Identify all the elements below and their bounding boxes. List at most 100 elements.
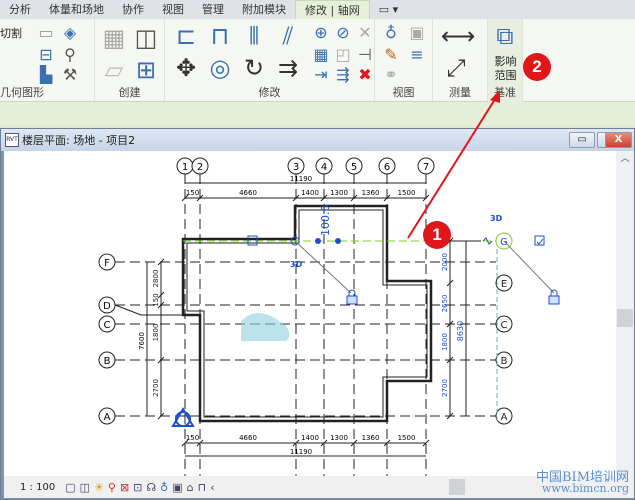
- create-group-icon[interactable]: ⊞: [131, 55, 161, 85]
- dimension-text: 1360: [362, 189, 380, 197]
- array-icon[interactable]: ▦: [311, 45, 331, 65]
- scroll-left-icon[interactable]: ‹: [210, 481, 214, 494]
- ribbon-tabs: 分析 体量和场地 协作 视图 管理 附加模块 修改 | 轴网 ▭ ▾: [0, 0, 635, 19]
- create-assembly-icon[interactable]: ▦: [99, 23, 129, 53]
- split-gap-icon[interactable]: ⊘: [333, 23, 353, 43]
- dimension-text: 1360: [362, 434, 380, 442]
- tab-4[interactable]: 管理: [193, 0, 233, 19]
- pin-icon[interactable]: ⊣: [355, 45, 375, 65]
- wall-joins-icon[interactable]: ⚲: [60, 45, 80, 65]
- mirror-draw-axis-icon[interactable]: ⫽: [273, 21, 303, 51]
- dimension-text: 2650: [441, 295, 449, 313]
- trim-multiple-icon[interactable]: ⇶: [333, 65, 353, 85]
- sun-path-icon[interactable]: ☀: [94, 481, 104, 494]
- override-icon[interactable]: ▣: [407, 23, 427, 43]
- drag-handle[interactable]: [335, 238, 341, 244]
- hammer-icon[interactable]: ⚒: [60, 65, 80, 85]
- trim-single-icon[interactable]: ⇥: [311, 65, 331, 85]
- rotate-icon[interactable]: ↻: [239, 53, 269, 83]
- paint-icon[interactable]: ◈: [60, 23, 80, 43]
- grid-label: 2: [197, 162, 203, 173]
- scale-icon[interactable]: ◰: [333, 45, 353, 65]
- grid-label: 3: [293, 162, 299, 173]
- move-icon[interactable]: ✥: [171, 53, 201, 83]
- trim-extend-icon[interactable]: ⇉: [273, 53, 303, 83]
- grid-label-right: E: [501, 279, 507, 290]
- lock-icon[interactable]: [346, 295, 358, 305]
- grid-label-left: F: [104, 258, 110, 269]
- temporary-dimension[interactable]: 100.0: [319, 205, 332, 237]
- dimension-text: 1800: [152, 324, 160, 342]
- show-crop-icon[interactable]: ⊡: [133, 481, 142, 494]
- grid-label: 7: [423, 162, 429, 173]
- crop-view-icon[interactable]: ⊠: [120, 481, 129, 494]
- lock-icon[interactable]: [548, 295, 560, 305]
- temporary-view-icon[interactable]: ▣: [172, 481, 182, 494]
- cut-button[interactable]: 切割: [0, 25, 22, 41]
- close-button[interactable]: X: [605, 132, 632, 148]
- tab-5[interactable]: 附加模块: [233, 0, 295, 19]
- panel-label-datum: 基准: [494, 86, 516, 99]
- grid-label: 5: [351, 162, 357, 173]
- grid-label: 4: [321, 162, 327, 173]
- constraints-icon[interactable]: ⊓: [198, 481, 207, 494]
- dimension-text: 1500: [398, 189, 416, 197]
- dimension-text: 150: [186, 189, 199, 197]
- demolish-icon[interactable]: ▙: [36, 65, 56, 85]
- scope-box-button[interactable]: ⧉ 影响 范围: [490, 21, 521, 87]
- aligned-dimension-icon[interactable]: ⤢: [441, 53, 471, 83]
- grid-leader-d: [114, 304, 183, 316]
- grid-label-right: G: [500, 237, 508, 248]
- 3d-toggle-left[interactable]: 3D: [290, 260, 303, 269]
- checkmark-icon: [536, 238, 544, 245]
- split-icon[interactable]: ⊕: [311, 23, 331, 43]
- grid-label-left: C: [104, 320, 111, 331]
- panel-create: ▦ ◫ ▱ ⊞ 创建: [95, 19, 165, 102]
- mirror-pick-axis-icon[interactable]: ⫴: [239, 21, 269, 51]
- minimize-button[interactable]: ▭: [569, 132, 595, 148]
- vertical-scrollbar[interactable]: ︿: [616, 151, 634, 476]
- analytical-model-icon[interactable]: ⌂: [187, 481, 194, 494]
- scroll-up-icon[interactable]: ︿: [616, 151, 634, 164]
- measure-icon[interactable]: ⟷: [441, 21, 475, 51]
- temporary-hide-icon[interactable]: ☊: [146, 481, 156, 494]
- floor-plan[interactable]: 1 2 3 4 5 6 7FDCBAGECBA11190150 4660 1400 1300 136…: [4, 151, 616, 497]
- dimension-text: 4660: [239, 434, 257, 442]
- tab-1[interactable]: 体量和场地: [40, 0, 113, 19]
- join-icon[interactable]: ▭: [36, 23, 56, 43]
- visual-style-icon[interactable]: ◫: [80, 481, 90, 494]
- shadows-icon[interactable]: ⚲: [108, 481, 116, 494]
- brush-icon[interactable]: ✎: [381, 45, 401, 65]
- tab-2[interactable]: 协作: [113, 0, 153, 19]
- create-parts-icon[interactable]: ▱: [99, 55, 129, 85]
- drag-handle[interactable]: [315, 238, 321, 244]
- dimension-text: 1800: [441, 333, 449, 351]
- reveal-hidden-icon[interactable]: ♁: [160, 481, 168, 494]
- delete-icon[interactable]: ✖: [355, 65, 375, 85]
- align-icon[interactable]: ⊏: [171, 21, 201, 51]
- tab-0[interactable]: 分析: [0, 0, 40, 19]
- drawing-canvas[interactable]: 1 2 3 4 5 6 7 F D C B A G E C B A 11190 150 4660 1400 1300 136…: [4, 151, 616, 497]
- panel-label-view: 视图: [392, 86, 415, 99]
- grid-label-left: B: [104, 356, 111, 367]
- panel-label-create: 创建: [118, 86, 141, 99]
- unpin-icon[interactable]: ✕: [355, 23, 375, 43]
- scale-selector[interactable]: 1 : 100: [20, 482, 55, 493]
- create-similar-icon[interactable]: ◫: [131, 23, 161, 53]
- copy-icon[interactable]: ◎: [205, 53, 235, 83]
- tab-6[interactable]: 修改 | 轴网: [295, 0, 370, 19]
- tab-3[interactable]: 视图: [153, 0, 193, 19]
- rvt-icon: RVT: [5, 133, 19, 147]
- 3d-toggle-right[interactable]: 3D: [490, 214, 503, 223]
- lightbulb-icon[interactable]: ♁: [381, 23, 401, 43]
- tab-7[interactable]: ▭ ▾: [370, 0, 407, 19]
- grid-label-right: B: [501, 356, 508, 367]
- detail-level-icon[interactable]: ▢: [65, 481, 75, 494]
- scrollbar-thumb[interactable]: [617, 309, 633, 327]
- linework-icon[interactable]: ≡: [407, 45, 427, 65]
- link-icon[interactable]: ⚭: [381, 65, 401, 85]
- split-face-icon[interactable]: ⊟: [36, 45, 56, 65]
- offset-icon[interactable]: ⊓: [205, 21, 235, 51]
- panel-label-measure: 测量: [449, 86, 471, 99]
- horizontal-scrollbar-thumb[interactable]: [449, 479, 465, 495]
